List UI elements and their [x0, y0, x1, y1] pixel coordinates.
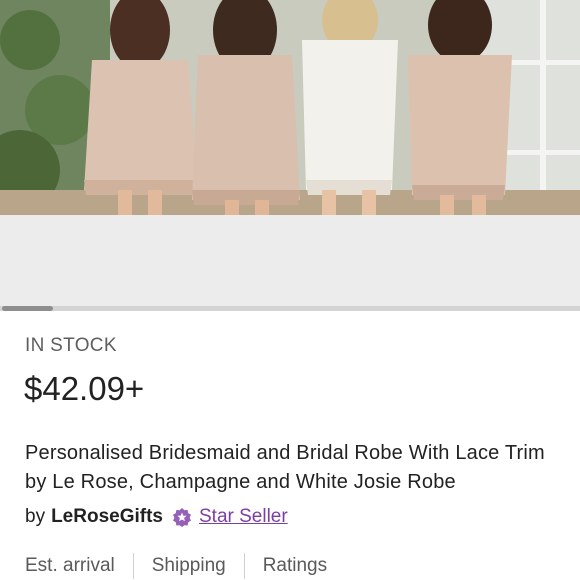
image-carousel-padding — [0, 215, 580, 307]
tab-ratings[interactable]: Ratings — [263, 555, 327, 577]
product-price: $42.09+ — [24, 370, 145, 407]
tab-est-arrival[interactable]: Est. arrival — [25, 555, 115, 577]
product-title: Personalised Bridesmaid and Bridal Robe … — [25, 442, 545, 493]
image-carousel-scrollbar[interactable] — [0, 306, 580, 311]
tab-divider — [132, 553, 134, 579]
info-tabs: Est. arrival Shipping Ratings — [25, 553, 327, 579]
product-photo-illustration — [0, 0, 580, 215]
star-seller-link[interactable]: Star Seller — [199, 506, 288, 528]
stock-status: IN STOCK — [25, 335, 117, 356]
star-seller-badge-icon — [172, 507, 192, 527]
scrollbar-thumb[interactable] — [2, 306, 53, 311]
seller-name-link[interactable]: LeRoseGifts — [51, 506, 163, 528]
tab-shipping[interactable]: Shipping — [152, 555, 226, 577]
tab-divider — [243, 553, 245, 579]
seller-prefix: by — [25, 506, 46, 527]
product-image[interactable] — [0, 0, 580, 215]
seller-line: by LeRoseGifts Star Seller — [25, 506, 288, 528]
